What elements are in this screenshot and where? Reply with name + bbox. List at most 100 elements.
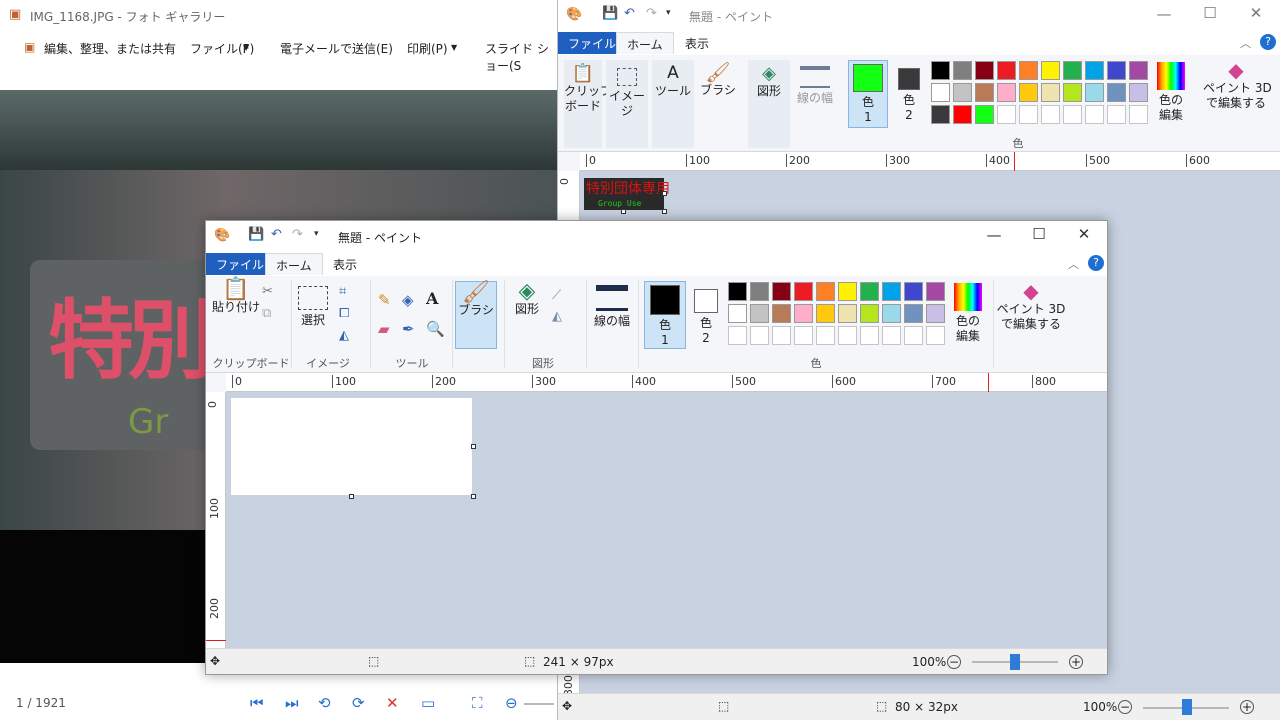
resize-handle[interactable]: [662, 209, 667, 214]
palette-swatch[interactable]: [1019, 61, 1038, 80]
palette-swatch[interactable]: [750, 326, 769, 345]
rotate-right-icon[interactable]: ⟳: [352, 694, 365, 712]
palette-swatch[interactable]: [794, 304, 813, 323]
undo-icon[interactable]: ↶: [624, 6, 635, 21]
palette-swatch[interactable]: [1107, 83, 1126, 102]
color1-button[interactable]: 色 1: [644, 281, 686, 349]
palette-swatch[interactable]: [882, 304, 901, 323]
help-icon[interactable]: ?: [1260, 34, 1276, 50]
palette-swatch[interactable]: [728, 326, 747, 345]
palette-swatch[interactable]: [931, 105, 950, 124]
close-icon[interactable]: ✕: [1061, 225, 1107, 243]
brush-button[interactable]: 🖌 ブラシ: [455, 281, 497, 349]
zoom-in-icon[interactable]: +: [1240, 700, 1254, 714]
magnifier-icon[interactable]: 🔍: [426, 320, 445, 338]
maximize-icon[interactable]: ☐: [1016, 225, 1062, 243]
fill-shape-icon[interactable]: ◭: [552, 309, 562, 324]
palette-swatch[interactable]: [953, 83, 972, 102]
drawing-canvas[interactable]: 特別団体専用 Group Use: [584, 178, 670, 210]
next-icon[interactable]: ⏭: [285, 694, 299, 712]
palette-swatch[interactable]: [860, 282, 879, 301]
palette-swatch[interactable]: [772, 304, 791, 323]
palette-swatch[interactable]: [997, 83, 1016, 102]
palette-swatch[interactable]: [1063, 105, 1082, 124]
minimize-icon[interactable]: —: [971, 226, 1017, 244]
redo-icon[interactable]: ↷: [292, 227, 303, 242]
palette-swatch[interactable]: [975, 61, 994, 80]
palette-swatch[interactable]: [1085, 105, 1104, 124]
customize-qa-icon[interactable]: ▾: [314, 229, 319, 239]
palette-swatch[interactable]: [794, 282, 813, 301]
palette-swatch[interactable]: [931, 83, 950, 102]
palette-swatch[interactable]: [772, 326, 791, 345]
collapse-ribbon-icon[interactable]: ︿: [1240, 35, 1251, 51]
copy-icon[interactable]: ⧉: [262, 306, 271, 321]
palette-swatch[interactable]: [1129, 83, 1148, 102]
paste-button[interactable]: 📋 貼り付け: [212, 279, 260, 350]
palette-swatch[interactable]: [975, 83, 994, 102]
palette-swatch[interactable]: [1019, 83, 1038, 102]
palette-swatch[interactable]: [838, 282, 857, 301]
color2-button[interactable]: 色 2: [691, 281, 721, 349]
edit-colors-button[interactable]: 色の 編集: [950, 281, 986, 349]
edit-colors-button[interactable]: 色の 編集: [1150, 60, 1192, 128]
zoom-out-icon[interactable]: −: [1118, 700, 1132, 714]
tab-file[interactable]: ファイル: [206, 253, 275, 275]
palette-swatch[interactable]: [1107, 105, 1126, 124]
shapes-button[interactable]: ◈ 図形: [510, 281, 544, 349]
palette-swatch[interactable]: [953, 61, 972, 80]
zoom-slider-thumb[interactable]: [1010, 654, 1020, 670]
palette-swatch[interactable]: [750, 304, 769, 323]
menu-slideshow[interactable]: スライド ショー(S: [485, 40, 560, 74]
zoom-out-icon[interactable]: −: [947, 655, 961, 669]
tab-view[interactable]: 表示: [323, 253, 367, 275]
eraser-icon[interactable]: ▰: [378, 320, 390, 338]
line-width-button[interactable]: 線の幅: [794, 60, 836, 148]
menu-print[interactable]: 印刷(P): [407, 40, 448, 57]
palette-swatch[interactable]: [975, 105, 994, 124]
palette-swatch[interactable]: [882, 326, 901, 345]
palette-swatch[interactable]: [1129, 105, 1148, 124]
drawing-canvas[interactable]: [231, 398, 472, 495]
slideshow-icon[interactable]: ▭: [421, 694, 435, 712]
select-button[interactable]: 選択: [296, 282, 330, 350]
palette-swatch[interactable]: [931, 61, 950, 80]
previous-icon[interactable]: ⏮: [250, 694, 264, 712]
undo-icon[interactable]: ↶: [271, 227, 282, 242]
palette-swatch[interactable]: [904, 304, 923, 323]
color1-button[interactable]: 色 1: [848, 60, 888, 128]
palette-swatch[interactable]: [926, 304, 945, 323]
color2-button[interactable]: 色 2: [894, 60, 924, 128]
palette-swatch[interactable]: [1063, 61, 1082, 80]
palette-swatch[interactable]: [904, 282, 923, 301]
palette-swatch[interactable]: [997, 105, 1016, 124]
palette-swatch[interactable]: [997, 61, 1016, 80]
resize-handle[interactable]: [471, 444, 476, 449]
delete-icon[interactable]: ✕: [386, 694, 399, 712]
palette-swatch[interactable]: [728, 282, 747, 301]
color-picker-icon[interactable]: ✒: [402, 320, 415, 338]
palette-swatch[interactable]: [904, 326, 923, 345]
outline-icon[interactable]: ⟋: [552, 288, 561, 303]
rotate-icon[interactable]: ◭: [339, 328, 349, 343]
paint3d-button[interactable]: ◆ ペイント 3D で編集する: [996, 281, 1066, 349]
tools-button[interactable]: A ツール: [652, 60, 694, 148]
palette-swatch[interactable]: [1129, 61, 1148, 80]
palette-swatch[interactable]: [816, 326, 835, 345]
palette-swatch[interactable]: [750, 282, 769, 301]
palette-swatch[interactable]: [926, 326, 945, 345]
resize-handle[interactable]: [621, 209, 626, 214]
tab-home[interactable]: ホーム: [265, 253, 323, 275]
brush-button[interactable]: 🖌 ブラシ: [697, 60, 739, 148]
tab-home[interactable]: ホーム: [616, 32, 674, 54]
pencil-icon[interactable]: ✎: [378, 291, 391, 309]
palette-swatch[interactable]: [926, 282, 945, 301]
zoom-in-icon[interactable]: +: [1069, 655, 1083, 669]
close-icon[interactable]: ✕: [1233, 4, 1279, 22]
palette-swatch[interactable]: [794, 326, 813, 345]
line-width-button[interactable]: 線の幅: [590, 281, 634, 349]
palette-swatch[interactable]: [1041, 61, 1060, 80]
customize-qa-icon[interactable]: ▾: [666, 8, 671, 18]
menu-email[interactable]: 電子メールで送信(E): [280, 40, 393, 57]
clipboard-button[interactable]: 📋 クリップ ボード: [564, 60, 612, 148]
